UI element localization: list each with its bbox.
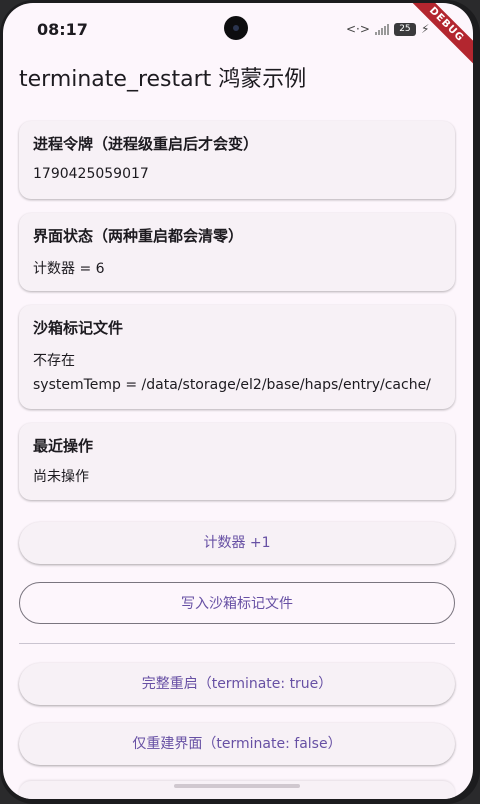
card-title: 界面状态（两种重启都会清零） bbox=[33, 227, 244, 245]
rebuild-ui-button[interactable]: 仅重建界面（terminate: false） bbox=[19, 723, 455, 765]
card-title: 最近操作 bbox=[33, 437, 94, 455]
write-sandbox-file-button[interactable]: 写入沙箱标记文件 bbox=[19, 582, 455, 624]
ui-state-card: 界面状态（两种重启都会清零） 计数器 = 6 bbox=[19, 213, 455, 291]
charging-icon: ⚡ bbox=[420, 22, 430, 36]
recent-action-value: 尚未操作 bbox=[33, 469, 89, 485]
card-title: 进程令牌（进程级重启后才会变） bbox=[33, 135, 259, 153]
device-frame: 08:17 <·> 25 ⚡ DEBUG terminate_restart 鸿… bbox=[0, 0, 480, 804]
battery-icon: 25 bbox=[393, 22, 416, 36]
status-icons: <·> 25 ⚡ bbox=[346, 21, 429, 37]
increment-button[interactable]: 计数器 +1 bbox=[19, 522, 455, 564]
process-token-value: 1790425059017 bbox=[33, 166, 149, 182]
sandbox-file-card: 沙箱标记文件 不存在 systemTemp = /data/storage/el… bbox=[19, 305, 455, 409]
app-screen: 08:17 <·> 25 ⚡ DEBUG terminate_restart 鸿… bbox=[3, 3, 473, 799]
counter-value: 计数器 = 6 bbox=[33, 261, 105, 277]
status-bar: 08:17 <·> 25 ⚡ DEBUG bbox=[3, 3, 473, 69]
status-time: 08:17 bbox=[37, 20, 88, 39]
process-token-card: 进程令牌（进程级重启后才会变） 1790425059017 bbox=[19, 121, 455, 199]
camera-icon bbox=[224, 16, 248, 40]
signal-icon bbox=[374, 23, 389, 35]
full-restart-button[interactable]: 完整重启（terminate: true） bbox=[19, 663, 455, 705]
recent-action-card: 最近操作 尚未操作 bbox=[19, 423, 455, 500]
card-title: 沙箱标记文件 bbox=[33, 319, 124, 337]
nfc-icon: <·> bbox=[346, 22, 370, 36]
sandbox-file-status: 不存在 bbox=[33, 353, 75, 369]
sandbox-file-path: systemTemp = /data/storage/el2/base/haps… bbox=[33, 377, 431, 393]
divider bbox=[19, 643, 455, 644]
page-title: terminate_restart 鸿蒙示例 bbox=[19, 67, 307, 92]
home-indicator[interactable] bbox=[174, 784, 300, 788]
